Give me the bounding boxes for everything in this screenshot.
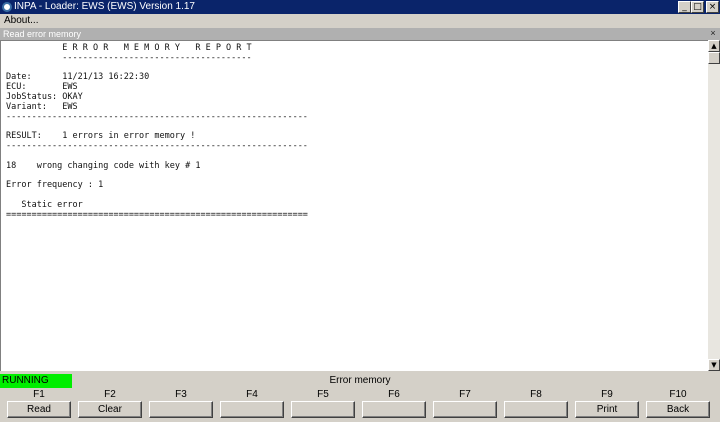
fkey-button-f9[interactable]: Print [575, 401, 639, 418]
child-close-icon[interactable]: × [708, 28, 718, 39]
vertical-scrollbar[interactable]: ▲ ▼ [708, 40, 720, 371]
status-title: Error memory [329, 375, 391, 386]
child-window-title: Read error memory [3, 29, 82, 39]
fkey-button-f8[interactable] [504, 401, 568, 418]
maximize-icon[interactable]: □ [691, 1, 704, 13]
fkey-label-f4: F4 [246, 389, 258, 400]
fkey-label-f2: F2 [104, 389, 116, 400]
fkey-label-f7: F7 [459, 389, 471, 400]
report-line: 18 wrong changing code with key # 1 [6, 160, 201, 171]
fkey-label-f3: F3 [175, 389, 187, 400]
report-line: ----------------------------------------… [6, 111, 308, 122]
title-bar: INPA - Loader: EWS (EWS) Version 1.17 _ … [0, 0, 720, 14]
report-area: E R R O R M E M O R Y R E P O R T ------… [0, 40, 708, 371]
scroll-up-icon[interactable]: ▲ [708, 40, 720, 52]
report-line: ------------------------------------- [6, 52, 252, 63]
running-status: RUNNING [0, 374, 72, 388]
fkey-label-f8: F8 [530, 389, 542, 400]
child-window-title-bar: Read error memory × [0, 28, 720, 40]
menu-item-about[interactable]: About... [4, 15, 38, 26]
scroll-down-icon[interactable]: ▼ [708, 359, 720, 371]
fkey-label-f6: F6 [388, 389, 400, 400]
error-memory-report: E R R O R M E M O R Y R E P O R T ------… [6, 43, 308, 220]
report-line: Error frequency : 1 [6, 180, 104, 191]
fkey-button-f5[interactable] [291, 401, 355, 418]
fkey-button-f7[interactable] [433, 401, 497, 418]
fkey-button-f1[interactable]: Read [7, 401, 71, 418]
window-title: INPA - Loader: EWS (EWS) Version 1.17 [14, 1, 195, 12]
scroll-thumb[interactable] [708, 52, 720, 64]
fkey-label-f9: F9 [601, 389, 613, 400]
fkey-label-f1: F1 [33, 389, 45, 400]
minimize-icon[interactable]: _ [678, 1, 691, 13]
close-icon[interactable]: × [706, 1, 719, 13]
report-line: ========================================… [6, 209, 308, 220]
status-row: RUNNING Error memory [0, 374, 720, 388]
report-line: ----------------------------------------… [6, 140, 308, 151]
menu-bar: About... [0, 14, 720, 28]
fkey-button-f4[interactable] [220, 401, 284, 418]
fkey-button-f10[interactable]: Back [646, 401, 710, 418]
fkey-label-f10: F10 [669, 389, 687, 400]
fkey-label-f5: F5 [317, 389, 329, 400]
fkey-button-f6[interactable] [362, 401, 426, 418]
fkey-button-f2[interactable]: Clear [78, 401, 142, 418]
bmw-logo-icon [2, 2, 12, 12]
fkey-button-f3[interactable] [149, 401, 213, 418]
